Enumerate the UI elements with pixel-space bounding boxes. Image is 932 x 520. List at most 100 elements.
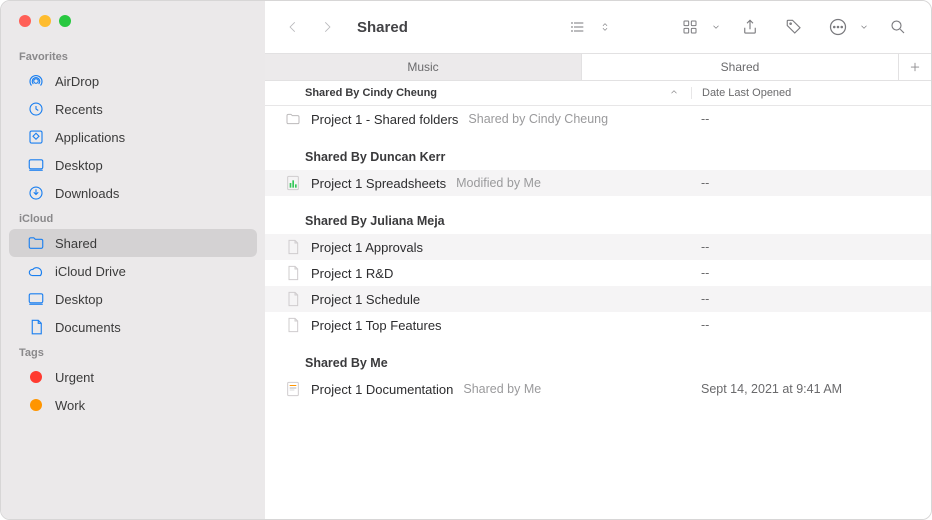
back-button[interactable] — [281, 15, 305, 39]
tab-music[interactable]: Music — [265, 54, 582, 80]
sidebar-item-urgent[interactable]: Urgent — [9, 363, 257, 391]
sidebar-item-label: AirDrop — [55, 74, 99, 89]
sidebar-item-icloud-drive[interactable]: iCloud Drive — [9, 257, 257, 285]
file-name: Project 1 Documentation — [311, 382, 453, 397]
sidebar-item-label: Urgent — [55, 370, 94, 385]
group-icon[interactable] — [673, 13, 707, 41]
sidebar-item-work[interactable]: Work — [9, 391, 257, 419]
clock-icon — [27, 100, 45, 118]
file-row[interactable]: Project 1 R&D -- — [265, 260, 931, 286]
doc-icon — [27, 318, 45, 336]
file-name: Project 1 R&D — [311, 266, 393, 281]
file-row[interactable]: Project 1 Top Features -- — [265, 312, 931, 338]
sidebar-item-shared[interactable]: Shared — [9, 229, 257, 257]
group-header: Shared By Me — [265, 338, 931, 376]
file-date: -- — [691, 112, 931, 126]
sidebar-item-airdrop[interactable]: AirDrop — [9, 67, 257, 95]
numbers-file-icon — [285, 175, 301, 191]
fullscreen-icon[interactable] — [59, 15, 71, 27]
window-title: Shared — [357, 19, 408, 36]
search-icon[interactable] — [881, 13, 915, 41]
file-subtitle: Shared by Cindy Cheung — [468, 112, 608, 126]
sidebar-item-label: Documents — [55, 320, 121, 335]
forward-button[interactable] — [315, 15, 339, 39]
cloud-icon — [27, 262, 45, 280]
apps-icon — [27, 128, 45, 146]
tag-dot-icon — [27, 396, 45, 414]
main-area: Shared — [265, 1, 931, 519]
page-file-icon — [285, 265, 301, 281]
chevron-down-icon[interactable] — [857, 13, 871, 41]
sidebar-item-downloads[interactable]: Downloads — [9, 179, 257, 207]
chevron-down-icon[interactable] — [709, 13, 723, 41]
page-file-icon — [285, 317, 301, 333]
sidebar-item-documents[interactable]: Documents — [9, 313, 257, 341]
more-icon[interactable] — [821, 13, 855, 41]
file-date: -- — [691, 176, 931, 190]
file-row[interactable]: Project 1 Approvals -- — [265, 234, 931, 260]
sidebar-item-desktop[interactable]: Desktop — [9, 285, 257, 313]
sidebar-item-label: Applications — [55, 130, 125, 145]
file-name: Project 1 Spreadsheets — [311, 176, 446, 191]
file-name: Project 1 Schedule — [311, 292, 420, 307]
desktop-icon — [27, 290, 45, 308]
file-row[interactable]: Project 1 Schedule -- — [265, 286, 931, 312]
desktop-icon — [27, 156, 45, 174]
sidebar-item-label: iCloud Drive — [55, 264, 126, 279]
sidebar: Favorites AirDrop Recents Applications Deskt… — [1, 1, 265, 519]
file-name: Project 1 Top Features — [311, 318, 442, 333]
sidebar-item-label: Shared — [55, 236, 97, 251]
column-name-header[interactable]: Shared By Cindy Cheung — [265, 87, 691, 100]
column-date-label: Date Last Opened — [702, 87, 791, 99]
sidebar-section-label: Tags — [1, 341, 265, 363]
tab-label: Shared — [721, 60, 760, 74]
column-date-header[interactable]: Date Last Opened — [691, 87, 931, 99]
file-subtitle: Shared by Me — [463, 382, 541, 396]
file-date: -- — [691, 240, 931, 254]
close-icon[interactable] — [19, 15, 31, 27]
airdrop-icon — [27, 72, 45, 90]
minimize-icon[interactable] — [39, 15, 51, 27]
file-row[interactable]: Project 1 Spreadsheets Modified by Me -- — [265, 170, 931, 196]
file-date: -- — [691, 318, 931, 332]
shared-folder-icon — [27, 234, 45, 252]
group-header: Shared By Duncan Kerr — [265, 132, 931, 170]
group-header: Shared By Juliana Meja — [265, 196, 931, 234]
column-header: Shared By Cindy Cheung Date Last Opened — [265, 81, 931, 105]
file-subtitle: Modified by Me — [456, 176, 541, 190]
finder-window: Favorites AirDrop Recents Applications Deskt… — [0, 0, 932, 520]
file-row[interactable]: Project 1 - Shared folders Shared by Cind… — [265, 106, 931, 132]
file-date: Sept 14, 2021 at 9:41 AM — [691, 382, 931, 396]
view-updown-icon[interactable] — [597, 13, 613, 41]
column-name-label: Shared By Cindy Cheung — [305, 87, 437, 99]
page-file-icon — [285, 291, 301, 307]
toolbar: Shared — [265, 1, 931, 53]
file-date: -- — [691, 266, 931, 280]
sidebar-item-label: Recents — [55, 102, 103, 117]
tab-shared[interactable]: Shared — [582, 54, 899, 80]
tag-dot-icon — [27, 368, 45, 386]
sidebar-section-label: iCloud — [1, 207, 265, 229]
file-row[interactable]: Project 1 Documentation Shared by Me Sept … — [265, 376, 931, 402]
new-tab-button[interactable] — [899, 54, 931, 80]
tab-bar: Music Shared — [265, 53, 931, 81]
pages-file-icon — [285, 381, 301, 397]
download-icon — [27, 184, 45, 202]
sidebar-item-label: Desktop — [55, 158, 103, 173]
folder-file-icon — [285, 111, 301, 127]
share-icon[interactable] — [733, 13, 767, 41]
sidebar-item-label: Work — [55, 398, 85, 413]
sidebar-item-label: Downloads — [55, 186, 119, 201]
file-date: -- — [691, 292, 931, 306]
page-file-icon — [285, 239, 301, 255]
sidebar-item-recents[interactable]: Recents — [9, 95, 257, 123]
list-view-icon[interactable] — [561, 13, 595, 41]
sort-asc-icon — [669, 87, 679, 100]
tag-icon[interactable] — [777, 13, 811, 41]
file-name: Project 1 - Shared folders — [311, 112, 458, 127]
sidebar-item-applications[interactable]: Applications — [9, 123, 257, 151]
sidebar-section-label: Favorites — [1, 45, 265, 67]
file-list: Project 1 - Shared folders Shared by Cind… — [265, 106, 931, 519]
sidebar-item-desktop[interactable]: Desktop — [9, 151, 257, 179]
file-name: Project 1 Approvals — [311, 240, 423, 255]
